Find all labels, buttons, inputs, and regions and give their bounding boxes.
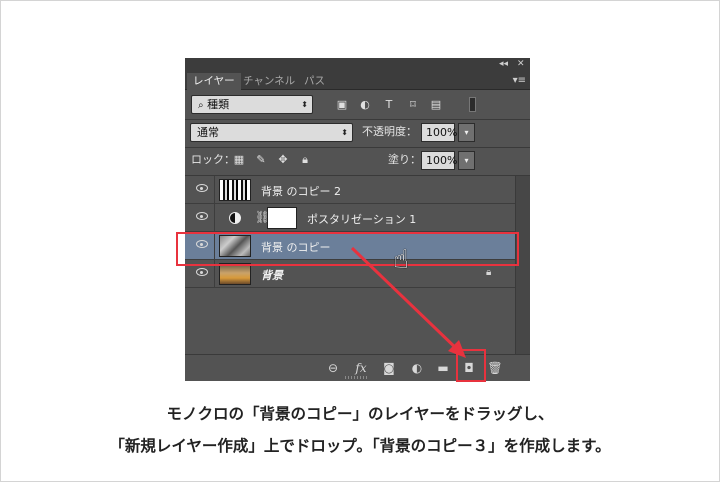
hand-cursor-icon: ☝ — [393, 245, 409, 275]
caption-line-1: モノクロの「背景のコピー」のレイヤーをドラッグし、 — [166, 405, 554, 423]
caption-line-2: 「新規レイヤー作成」上でドロップ。「背景のコピー３」を作成します。 — [109, 437, 611, 455]
